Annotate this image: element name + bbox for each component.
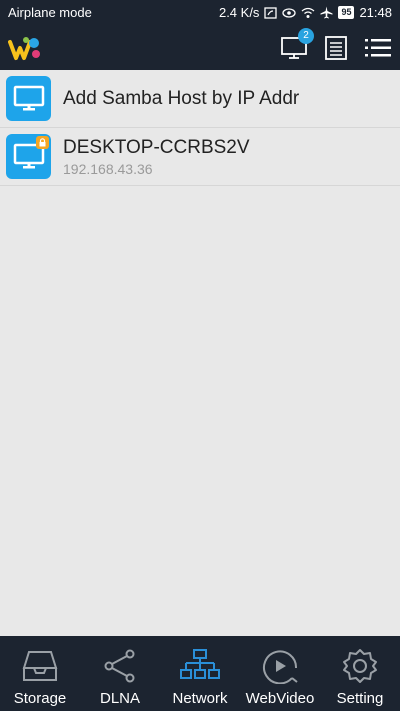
nav-webvideo[interactable]: WebVideo — [240, 636, 320, 711]
app-logo-icon — [8, 36, 40, 60]
nav-label: Network — [172, 690, 228, 707]
airplane-mode-label: Airplane mode — [8, 5, 92, 20]
devices-count-badge: 2 — [298, 27, 314, 44]
ip-address: 192.168.43.36 — [63, 160, 153, 177]
nav-label: WebVideo — [245, 690, 315, 707]
nav-storage[interactable]: Storage — [0, 636, 80, 711]
eye-icon — [282, 7, 297, 18]
wifi-icon — [302, 7, 315, 18]
gear-icon — [343, 649, 377, 683]
nav-label: Storage — [13, 690, 67, 707]
menu-button[interactable] — [364, 34, 392, 62]
airplane-icon — [320, 6, 333, 19]
app-bar: 2 — [0, 25, 400, 70]
computer-icon — [6, 76, 51, 121]
clock: 21:48 — [359, 5, 392, 20]
network-speed: 2.4 K/s — [218, 5, 260, 20]
nav-label: Setting — [336, 690, 384, 707]
play-icon — [263, 650, 298, 684]
storage-icon — [22, 651, 58, 681]
list-item-title: DESKTOP-CCRBS2V — [63, 136, 250, 158]
nav-setting[interactable]: Setting — [320, 636, 400, 711]
network-icon — [180, 649, 220, 679]
devices-button[interactable]: 2 — [280, 27, 314, 62]
list-item-title: Add Samba Host by IP Addr — [63, 87, 300, 109]
list-menu-icon — [365, 38, 391, 56]
nfc-icon — [264, 6, 278, 19]
document-list-button[interactable] — [322, 34, 350, 62]
lock-icon — [36, 136, 49, 149]
status-bar: Airplane mode 2.4 K/s 95 21:48 — [0, 0, 400, 25]
computer-icon — [6, 134, 51, 179]
status-icons: 2.4 K/s 95 21:48 — [219, 5, 392, 20]
host-item-desktop[interactable]: DESKTOP-CCRBS2V 192.168.43.36 — [0, 128, 400, 186]
battery-level: 95 — [338, 6, 355, 19]
share-icon — [104, 649, 135, 683]
nav-label: DLNA — [99, 690, 140, 707]
bottom-navigation: Storage DLNA Network WebVideo Setting — [0, 636, 400, 711]
document-icon — [325, 35, 347, 60]
add-samba-host-item[interactable]: Add Samba Host by IP Addr — [0, 70, 400, 128]
nav-network[interactable]: Network — [160, 636, 240, 711]
samba-host-list: Add Samba Host by IP Addr DESKTOP-CCRBS2… — [0, 70, 400, 186]
nav-dlna[interactable]: DLNA — [80, 636, 160, 711]
